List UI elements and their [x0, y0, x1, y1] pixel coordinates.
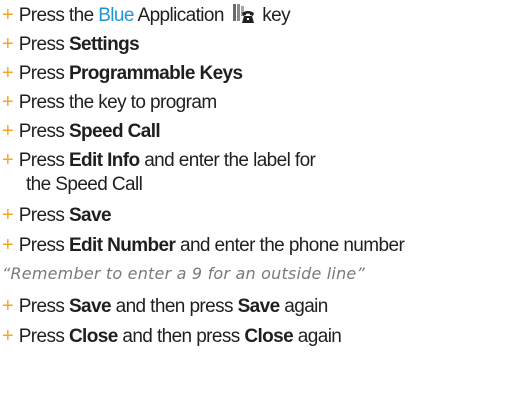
step-press-save-again: + Press Save and then press Save again [2, 295, 328, 318]
step-press-edit-number: + Press Edit Number and enter the phone n… [2, 234, 405, 257]
step-text: Press the key to program [18, 92, 217, 113]
step-text: Press [18, 296, 69, 317]
phone-icon [232, 4, 254, 23]
step-text: key [257, 5, 290, 26]
edit-info-label: Edit Info [68, 150, 140, 171]
speed-call-label: Speed Call [68, 121, 161, 142]
step-text: and then press [110, 296, 238, 317]
close-label: Close [244, 326, 294, 347]
bullet: + [2, 204, 14, 226]
step-text: Press [18, 63, 69, 84]
step-text: again [279, 296, 328, 317]
blue-key-label: Blue [98, 5, 134, 26]
close-label: Close [68, 326, 118, 347]
outside-line-note: “Remember to enter a 9 for an outside li… [2, 264, 365, 283]
save-label: Save [68, 296, 112, 317]
bullet: + [2, 120, 14, 142]
step-press-close-again: + Press Close and then press Close again [2, 325, 342, 348]
save-label: Save [237, 296, 281, 317]
step-text: Press [18, 326, 69, 347]
step-text: Press [18, 235, 69, 256]
step-text: Press [18, 150, 69, 171]
bullet: + [2, 33, 14, 55]
step-press-key-to-program: + Press the key to program [2, 91, 217, 114]
bullet: + [2, 62, 14, 84]
step-text: and then press [117, 326, 245, 347]
step-text: Application [133, 5, 229, 26]
bullet: + [2, 325, 14, 347]
step-press-settings: + Press Settings [2, 33, 140, 56]
settings-key-label: Settings [68, 34, 140, 55]
bullet: + [2, 149, 14, 171]
step-text: again [293, 326, 342, 347]
step-press-save: + Press Save [2, 204, 112, 227]
step-press-application-key: + Press the Blue Application key [2, 4, 291, 27]
bullet: + [2, 91, 14, 113]
step-press-speed-call: + Press Speed Call [2, 120, 161, 143]
step-press-edit-info: + Press Edit Info and enter the label for [2, 149, 316, 172]
bullet: + [2, 4, 14, 26]
bullet: + [2, 295, 14, 317]
step-press-edit-info-continued: the Speed Call [2, 174, 143, 196]
step-text: the Speed Call [26, 174, 143, 195]
step-text: Press [18, 34, 69, 55]
step-text: and enter the label for [139, 150, 316, 171]
step-text: Press the [18, 5, 99, 26]
bullet: + [2, 234, 14, 256]
step-text: Press [18, 121, 69, 142]
programmable-keys-label: Programmable Keys [68, 63, 243, 84]
step-press-programmable-keys: + Press Programmable Keys [2, 62, 243, 85]
save-label: Save [68, 205, 112, 226]
edit-number-label: Edit Number [68, 235, 176, 256]
step-text: Press [18, 205, 69, 226]
step-text: and enter the phone number [175, 235, 405, 256]
